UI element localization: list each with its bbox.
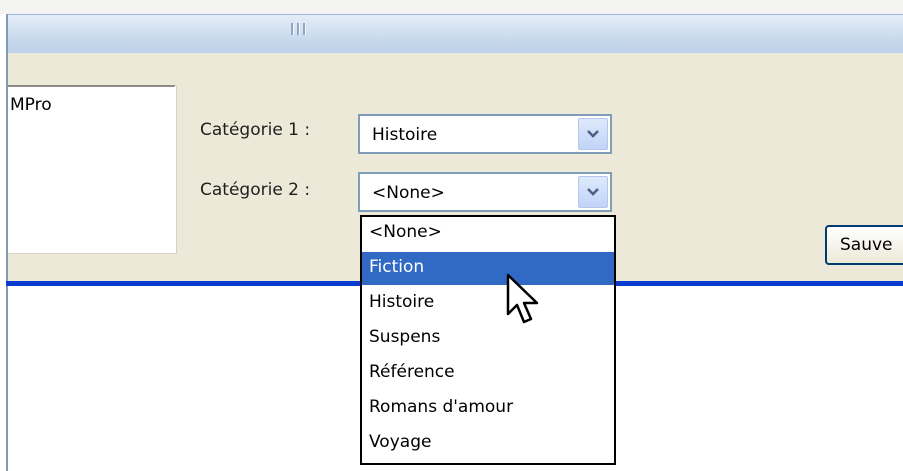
dropdown-option-voyage[interactable]: Voyage (362, 427, 614, 460)
category2-label: Catégorie 2 : (200, 180, 311, 200)
application-window: MPro Catégorie 1 : Histoire Catégorie 2 … (0, 0, 903, 471)
save-button-label: Sauve (840, 235, 893, 255)
dropdown-option-reference[interactable]: Référence (362, 357, 614, 390)
name-listbox[interactable]: MPro (8, 85, 176, 253)
category2-value: <None> (372, 183, 445, 203)
dropdown-option-romans[interactable]: Romans d'amour (362, 392, 614, 425)
dropdown-option-none[interactable]: <None> (362, 217, 614, 250)
category2-dropdown-list[interactable]: <None> Fiction Histoire Suspens Référenc… (360, 215, 616, 465)
dropdown-option-fiction[interactable]: Fiction (362, 252, 614, 285)
category2-select[interactable]: <None> (358, 172, 612, 212)
category1-value: Histoire (372, 125, 438, 145)
window-top-edge (0, 0, 903, 14)
title-bar (6, 14, 903, 54)
category1-label: Catégorie 1 : (200, 120, 311, 140)
category1-select[interactable]: Histoire (358, 114, 612, 154)
chevron-down-icon[interactable] (578, 118, 608, 150)
save-button[interactable]: Sauve (825, 225, 903, 265)
dropdown-option-suspens[interactable]: Suspens (362, 322, 614, 355)
chevron-down-icon[interactable] (578, 176, 608, 208)
dropdown-option-histoire[interactable]: Histoire (362, 287, 614, 320)
listbox-text: MPro (10, 95, 52, 115)
arrow-pointer-icon (505, 272, 543, 332)
resize-grip-icon[interactable] (289, 23, 307, 35)
